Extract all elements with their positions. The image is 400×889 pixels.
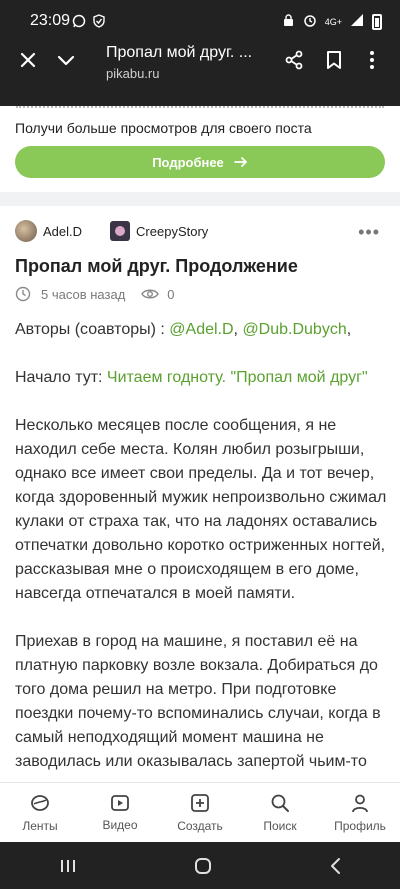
shield-check-icon xyxy=(92,14,106,28)
author-avatar[interactable] xyxy=(15,220,37,242)
paragraph-1: Несколько месяцев после сообщения, я не … xyxy=(15,417,387,602)
signal-icon xyxy=(350,13,364,30)
nav-search-label: Поиск xyxy=(263,818,297,833)
section-separator xyxy=(0,192,400,206)
authors-prefix: Авторы (соавторы) : xyxy=(15,321,170,338)
recent-apps-button[interactable] xyxy=(58,857,78,875)
nav-video[interactable]: Видео xyxy=(80,783,160,842)
divider xyxy=(16,106,384,108)
authors-suffix: , xyxy=(346,321,352,338)
post-body: Авторы (соавторы) : @Adel.D, @Dub.Dubych… xyxy=(15,318,387,782)
author-name[interactable]: Adel.D xyxy=(43,224,82,239)
collapse-button[interactable] xyxy=(46,40,86,80)
post-meta: 5 часов назад 0 xyxy=(15,286,175,302)
alarm-icon xyxy=(303,13,317,30)
post-title: Пропал мой друг. Продолжение xyxy=(15,256,298,276)
promo-text: Получи больше просмотров для своего пост… xyxy=(15,120,312,136)
lock-rotation-icon xyxy=(282,13,295,30)
nav-create[interactable]: Создать xyxy=(160,783,240,842)
bookmark-button[interactable] xyxy=(314,40,354,80)
back-button[interactable] xyxy=(328,856,342,876)
views-value: 0 xyxy=(167,286,175,302)
battery-icon xyxy=(372,13,382,30)
post-card: Adel.D CreepyStory ••• Пропал мой друг. … xyxy=(0,206,400,782)
arrow-right-icon xyxy=(233,157,247,167)
share-button[interactable] xyxy=(274,40,314,80)
author-link-2[interactable]: @Dub.Dubych xyxy=(242,321,346,338)
nav-profile-label: Профиль xyxy=(334,818,386,833)
top-app-bar: 23:09 4G+ Пропал мой друг. ... pikabu.ru xyxy=(0,0,400,106)
promo-banner: Получи больше просмотров для своего пост… xyxy=(0,106,400,192)
app-header: Пропал мой друг. ... pikabu.ru xyxy=(0,40,400,106)
nav-feeds[interactable]: Ленты xyxy=(0,783,80,842)
chevron-down-icon xyxy=(57,55,75,66)
search-icon xyxy=(271,794,289,812)
bottom-navigation: Ленты Видео Создать Поиск Профиль xyxy=(0,782,400,842)
start-prefix: Начало тут: xyxy=(15,369,107,386)
close-icon xyxy=(20,52,36,68)
close-button[interactable] xyxy=(8,40,48,80)
page-title: Пропал мой друг. ... xyxy=(106,44,253,61)
start-line: Начало тут: Читаем годноту. "Пропал мой … xyxy=(15,366,387,390)
views-count: 0 xyxy=(141,286,175,302)
page-url: pikabu.ru xyxy=(106,66,160,81)
start-link[interactable]: Читаем годноту. "Пропал мой друг" xyxy=(107,369,368,386)
status-bar: 23:09 4G+ xyxy=(0,0,400,40)
video-icon xyxy=(111,794,129,811)
system-navigation-bar xyxy=(0,842,400,889)
community-avatar xyxy=(110,221,131,241)
profile-icon xyxy=(352,794,368,812)
post-time: 5 часов назад xyxy=(41,286,126,302)
author-link-1[interactable]: @Adel.D xyxy=(169,321,233,338)
community-name: CreepyStory xyxy=(136,223,209,239)
promo-more-label: Подробнее xyxy=(152,154,224,170)
nav-search[interactable]: Поиск xyxy=(240,783,320,842)
feeds-icon xyxy=(31,794,49,811)
nav-profile[interactable]: Профиль xyxy=(320,783,400,842)
home-button[interactable] xyxy=(193,856,213,876)
bookmark-icon xyxy=(327,51,341,69)
paragraph-2: Приехав в город на машине, я поставил её… xyxy=(15,633,381,770)
nav-create-label: Создать xyxy=(177,818,223,833)
overflow-menu-button[interactable] xyxy=(352,40,392,80)
network-type: 4G+ xyxy=(324,16,342,27)
community[interactable]: CreepyStory xyxy=(110,221,208,241)
authors-line: Авторы (соавторы) : @Adel.D, @Dub.Dubych… xyxy=(15,318,387,342)
status-time: 23:09 xyxy=(30,12,71,29)
eye-icon xyxy=(141,289,160,299)
promo-more-button[interactable]: Подробнее xyxy=(15,146,385,178)
post-more-button[interactable]: ••• xyxy=(358,222,380,243)
share-icon xyxy=(285,50,303,70)
nav-video-label: Видео xyxy=(102,817,138,832)
whatsapp-icon xyxy=(72,14,86,28)
nav-feeds-label: Ленты xyxy=(22,818,58,833)
plus-square-icon xyxy=(191,793,209,812)
more-vertical-icon xyxy=(370,51,374,69)
post-authors: Adel.D CreepyStory xyxy=(15,220,208,242)
clock-icon xyxy=(15,286,31,302)
